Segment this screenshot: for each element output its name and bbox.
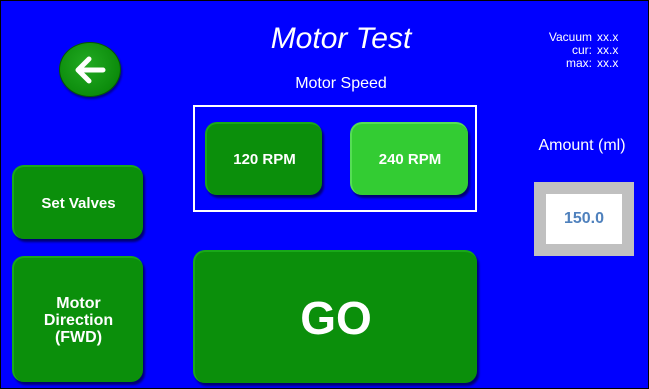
max-label: max: (565, 56, 592, 70)
direction-line-2: Direction (43, 311, 114, 329)
max-value: xx.x (597, 56, 619, 70)
motor-direction-label: Motor Direction (FWD) (44, 295, 113, 346)
page-title: Motor Test (270, 22, 412, 55)
max-row: max: xx.x (521, 57, 625, 70)
speed-120-rpm-button[interactable]: 120 RPM (205, 122, 322, 195)
set-valves-button[interactable]: Set Valves (12, 165, 143, 239)
status-readout: Vacuum xx.x cur: xx.x max: xx.x (521, 31, 625, 70)
motor-direction-button[interactable]: Motor Direction (FWD) (12, 256, 143, 382)
speed-240-rpm-button[interactable]: 240 RPM (350, 122, 468, 195)
motor-speed-label: Motor Speed (295, 75, 387, 92)
go-button[interactable]: GO (193, 250, 477, 383)
motor-test-screen: Motor Test Motor Speed Vacuum xx.x cur: … (0, 0, 649, 389)
amount-value: 150.0 (546, 194, 622, 244)
back-button[interactable] (59, 42, 121, 97)
amount-label: Amount (ml) (538, 137, 626, 154)
arrow-left-icon (75, 56, 106, 83)
amount-field[interactable]: 150.0 (534, 182, 634, 256)
direction-line-3: (FWD) (54, 328, 103, 346)
direction-line-1: Motor (56, 294, 101, 312)
